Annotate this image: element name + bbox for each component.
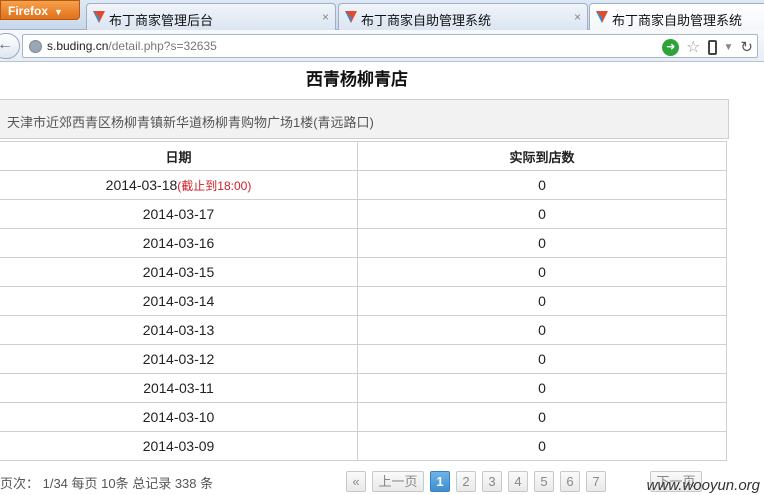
buding-favicon-icon	[596, 11, 608, 23]
page-button-7[interactable]: 7	[586, 471, 606, 492]
table-row: 2014-03-09 0	[0, 431, 727, 461]
date-cell: 2014-03-11	[0, 373, 358, 403]
table-row: 2014-03-14 0	[0, 286, 727, 316]
table-row: 2014-03-12 0	[0, 344, 727, 374]
url-text[interactable]: s.buding.cn/detail.php?s=32635	[47, 39, 217, 53]
chevron-down-icon[interactable]: ▼	[724, 42, 734, 53]
navigation-bar: ← s.buding.cn/detail.php?s=32635 ➜ ☆ ▼ ↻	[0, 30, 764, 62]
tab-merchant-admin[interactable]: 布丁商家管理后台 ×	[86, 3, 336, 30]
column-header-count: 实际到店数	[357, 141, 727, 171]
date-cell: 2014-03-10	[0, 402, 358, 432]
date-cell: 2014-03-15	[0, 257, 358, 287]
url-bar[interactable]: s.buding.cn/detail.php?s=32635 ➜ ☆ ▼ ↻	[22, 34, 758, 58]
tab-self-service[interactable]: 布丁商家自助管理系统 ×	[338, 3, 588, 30]
cutoff-note: (截止到18:00)	[177, 178, 252, 193]
table-header-row: 日期 实际到店数	[0, 141, 727, 171]
page-button-4[interactable]: 4	[508, 471, 528, 492]
table-row: 2014-03-10 0	[0, 402, 727, 432]
url-path: /detail.php?s=32635	[108, 39, 217, 53]
reload-icon[interactable]: ↻	[740, 38, 753, 56]
mobile-device-icon[interactable]	[707, 39, 717, 55]
count-cell: 0	[357, 344, 727, 374]
date-cell: 2014-03-17	[0, 199, 358, 229]
tab-label: 布丁商家自助管理系统	[361, 13, 492, 28]
date-cell: 2014-03-12	[0, 344, 358, 374]
column-header-date: 日期	[0, 141, 358, 171]
date-cell: 2014-03-18(截止到18:00)	[0, 170, 358, 200]
count-cell: 0	[357, 257, 727, 287]
tab-label: 布丁商家自助管理系统	[612, 13, 743, 28]
count-cell: 0	[357, 402, 727, 432]
page-button-1[interactable]: 1	[430, 471, 450, 492]
tab-self-service-active[interactable]: 布丁商家自助管理系统	[589, 3, 764, 31]
firefox-menu-button[interactable]: Firefox ▼	[0, 0, 80, 20]
date-cell: 2014-03-14	[0, 286, 358, 316]
page-button-5[interactable]: 5	[534, 471, 554, 492]
count-cell: 0	[357, 228, 727, 258]
date-cell: 2014-03-09	[0, 431, 358, 461]
count-cell: 0	[357, 170, 727, 200]
page-button-6[interactable]: 6	[560, 471, 580, 492]
store-address: 天津市近郊西青区杨柳青镇新华道杨柳青购物广场1楼(青远路口)	[0, 99, 729, 139]
count-cell: 0	[357, 373, 727, 403]
firefox-label: Firefox	[8, 4, 49, 18]
watermark: www.wooyun.org	[646, 477, 760, 494]
count-cell: 0	[357, 431, 727, 461]
page-button-3[interactable]: 3	[482, 471, 502, 492]
table-row: 2014-03-15 0	[0, 257, 727, 287]
page-title: 西青杨柳青店	[306, 70, 408, 89]
dropdown-arrow-icon: ▼	[54, 7, 63, 17]
tab-bar: Firefox ▼ 布丁商家管理后台 × 布丁商家自助管理系统 × 布丁商家自助管…	[0, 0, 764, 31]
table-row: 2014-03-18(截止到18:00) 0	[0, 170, 727, 200]
date-cell: 2014-03-16	[0, 228, 358, 258]
tab-close-icon[interactable]: ×	[574, 10, 581, 24]
tab-close-icon[interactable]: ×	[322, 10, 329, 24]
visits-table: 日期 实际到店数 2014-03-18(截止到18:00) 0 2014-03-…	[0, 141, 727, 461]
table-row: 2014-03-17 0	[0, 199, 727, 229]
buding-favicon-icon	[93, 11, 105, 23]
table-row: 2014-03-13 0	[0, 315, 727, 345]
table-row: 2014-03-16 0	[0, 228, 727, 258]
count-cell: 0	[357, 199, 727, 229]
page-button-2[interactable]: 2	[456, 471, 476, 492]
pager-info: 页次： 1/34 每页 10条 总记录 338 条	[0, 476, 214, 491]
globe-icon	[29, 40, 42, 53]
prev-page-button[interactable]: 上一页	[372, 471, 424, 492]
first-page-button[interactable]: «	[346, 471, 366, 492]
bookmark-star-icon[interactable]: ☆	[686, 37, 700, 57]
buding-favicon-icon	[345, 11, 357, 23]
count-cell: 0	[357, 286, 727, 316]
date-cell: 2014-03-13	[0, 315, 358, 345]
table-row: 2014-03-11 0	[0, 373, 727, 403]
url-host: s.buding.cn	[47, 39, 109, 53]
back-button[interactable]: ←	[0, 33, 20, 59]
tab-label: 布丁商家管理后台	[109, 13, 214, 28]
count-cell: 0	[357, 315, 727, 345]
go-arrow-icon[interactable]: ➜	[662, 38, 680, 56]
date-value: 2014-03-18	[105, 176, 178, 193]
